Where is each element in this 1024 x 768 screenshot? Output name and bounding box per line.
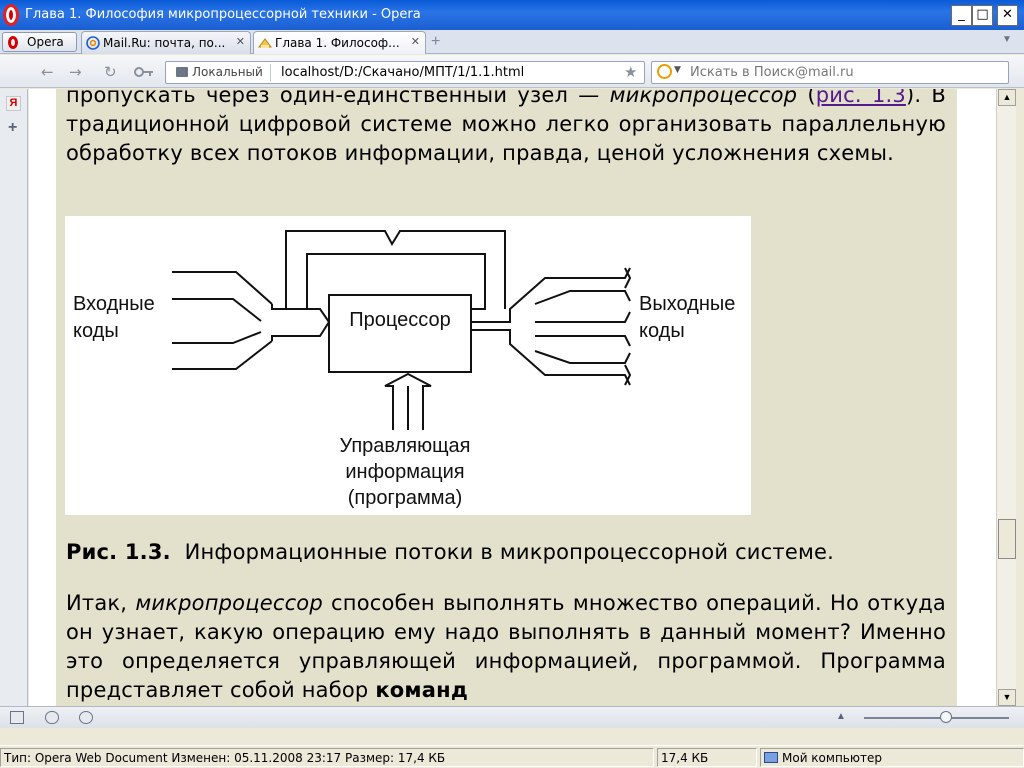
- term-commands: команд: [375, 678, 469, 702]
- tab-close-icon[interactable]: ✕: [236, 35, 245, 48]
- page-viewport[interactable]: пропускать через один-единственный узел …: [29, 89, 996, 706]
- yandex-panel-icon[interactable]: Я: [6, 96, 21, 111]
- opera-unite-icon[interactable]: [45, 711, 59, 724]
- minimize-button[interactable]: _: [951, 5, 972, 26]
- wand-key-icon[interactable]: [134, 65, 154, 79]
- input-line-3: [172, 331, 262, 344]
- feedback-inner-loop: [306, 253, 486, 310]
- status-gap: [0, 728, 1024, 745]
- caption-text: Информационные потоки в микропроцессорно…: [184, 540, 834, 564]
- status-zone: Мой компьютер: [760, 748, 1024, 767]
- search-placeholder: Искать в Поиск@mail.ru: [690, 65, 854, 80]
- status-bar: Тип: Opera Web Document Изменен: 05.11.2…: [0, 745, 1024, 768]
- status-size: 17,4 КБ: [657, 748, 757, 767]
- tab-close-icon[interactable]: ✕: [411, 35, 420, 48]
- text-run: Итак,: [66, 591, 136, 615]
- figure-link[interactable]: рис. 1.3: [816, 89, 906, 107]
- back-button[interactable]: ←: [41, 63, 54, 81]
- output-line-2: [534, 290, 631, 305]
- scroll-up-button[interactable]: ▲: [998, 89, 1016, 106]
- reload-button[interactable]: ↻: [104, 63, 117, 81]
- turbo-icon[interactable]: [79, 711, 93, 724]
- tab-label: Глава 1. Философ...: [275, 36, 400, 50]
- tab-bar: Opera Mail.Ru: почта, по... ✕ Глава 1. Ф…: [0, 30, 1024, 54]
- feedback-outer-loop: [285, 230, 506, 309]
- search-field[interactable]: ▼ Искать в Поиск@mail.ru: [651, 61, 1009, 84]
- opera-menu-button[interactable]: Opera: [2, 32, 77, 52]
- local-computer-icon: [176, 67, 188, 77]
- input-line-2: [172, 298, 262, 322]
- search-engine-icon[interactable]: [657, 64, 672, 79]
- figure-1-3: Процессор Входные коды Выходные коды Упр…: [65, 216, 751, 515]
- control-label-line1: Управляющая: [340, 435, 471, 457]
- input-label-line2: коды: [73, 320, 119, 342]
- figure-caption: Рис. 1.3. Информационные потоки в микроп…: [66, 540, 834, 564]
- output-trunk-upper: [471, 267, 631, 323]
- bottom-toolbar: ▲: [0, 706, 1024, 728]
- address-field[interactable]: Локальный localhost/D:/Скачано/МПТ/1/1.1…: [165, 61, 645, 84]
- paragraph-intro: пропускать через один-единственный узел …: [66, 89, 946, 168]
- navigation-toolbar: ← → ↻ Локальный localhost/D:/Скачано/МПТ…: [0, 55, 1024, 88]
- processor-box: [328, 294, 472, 373]
- input-label-line1: Входные: [73, 293, 155, 315]
- tab-list-chevron-icon[interactable]: ▼: [1002, 34, 1012, 45]
- input-to-processor-lower: [271, 321, 330, 341]
- text-run: (: [797, 89, 816, 107]
- security-label: Локальный: [192, 65, 263, 79]
- add-panel-icon[interactable]: +: [8, 119, 17, 137]
- panel-toggle-icon[interactable]: [10, 711, 24, 724]
- zoom-slider-handle[interactable]: [940, 711, 952, 723]
- tab-mailru[interactable]: Mail.Ru: почта, по... ✕: [81, 31, 251, 54]
- title-bar: Глава 1. Философия микропроцессорной тех…: [0, 0, 1024, 30]
- close-window-button[interactable]: ✕: [997, 5, 1018, 26]
- opera-window: Глава 1. Философия микропроцессорной тех…: [0, 0, 1024, 768]
- term-microprocessor: микропроцессор: [609, 89, 798, 107]
- opera-logo-icon: [3, 4, 19, 26]
- bookmark-star-icon[interactable]: ★: [624, 63, 637, 81]
- input-line-4: [172, 340, 273, 370]
- maximize-button[interactable]: □: [972, 5, 993, 26]
- document-page: пропускать через один-единственный узел …: [56, 89, 957, 706]
- new-tab-button[interactable]: +: [431, 33, 440, 51]
- window-border: [1016, 89, 1024, 706]
- document-page-icon: [258, 38, 272, 48]
- text-run: пропускать через один-единственный узел …: [66, 89, 610, 107]
- url-text[interactable]: localhost/D:/Скачано/МПТ/1/1.1.html: [281, 65, 524, 80]
- computer-icon: [764, 752, 778, 763]
- mailru-at-icon: [86, 36, 100, 50]
- tab-chapter[interactable]: Глава 1. Философ... ✕: [253, 31, 426, 54]
- control-label-line3: (программа): [348, 487, 463, 509]
- opera-menu-label: Opera: [27, 35, 64, 49]
- security-badge[interactable]: Локальный: [168, 64, 271, 81]
- tab-label: Mail.Ru: почта, по...: [103, 36, 226, 50]
- search-engine-chevron-icon[interactable]: ▼: [674, 65, 681, 75]
- side-panel-strip: Я +: [0, 89, 28, 706]
- output-trunk-lower: [471, 329, 631, 386]
- processor-flow-diagram: Процессор Входные коды Выходные коды Упр…: [73, 230, 735, 509]
- output-label-line2: коды: [639, 320, 685, 342]
- view-menu-chevron-icon[interactable]: ▲: [836, 711, 846, 722]
- scroll-down-button[interactable]: ▼: [998, 689, 1016, 706]
- output-line-5: [534, 350, 631, 364]
- output-line-4: [535, 335, 631, 347]
- forward-button[interactable]: →: [69, 63, 82, 81]
- zoom-slider-track[interactable]: [864, 717, 1009, 719]
- control-label-line2: информация: [345, 461, 464, 483]
- caption-number: Рис. 1.3.: [66, 540, 171, 564]
- vertical-scrollbar[interactable]: ▲ ▼: [996, 89, 1016, 706]
- output-line-3: [535, 311, 631, 323]
- paragraph-program: Итак, микропроцессор способен выполнять …: [66, 589, 946, 705]
- opera-menu-icon: [8, 36, 18, 49]
- term-microprocessor: микропроцессор: [135, 591, 323, 615]
- zone-label: Мой компьютер: [782, 751, 882, 765]
- input-to-processor-upper: [271, 304, 330, 323]
- status-info: Тип: Opera Web Document Изменен: 05.11.2…: [0, 748, 654, 767]
- processor-label: Процессор: [349, 309, 450, 331]
- output-label-line1: Выходные: [639, 293, 735, 315]
- scroll-thumb[interactable]: [998, 519, 1016, 559]
- window-title: Глава 1. Философия микропроцессорной тех…: [25, 7, 421, 22]
